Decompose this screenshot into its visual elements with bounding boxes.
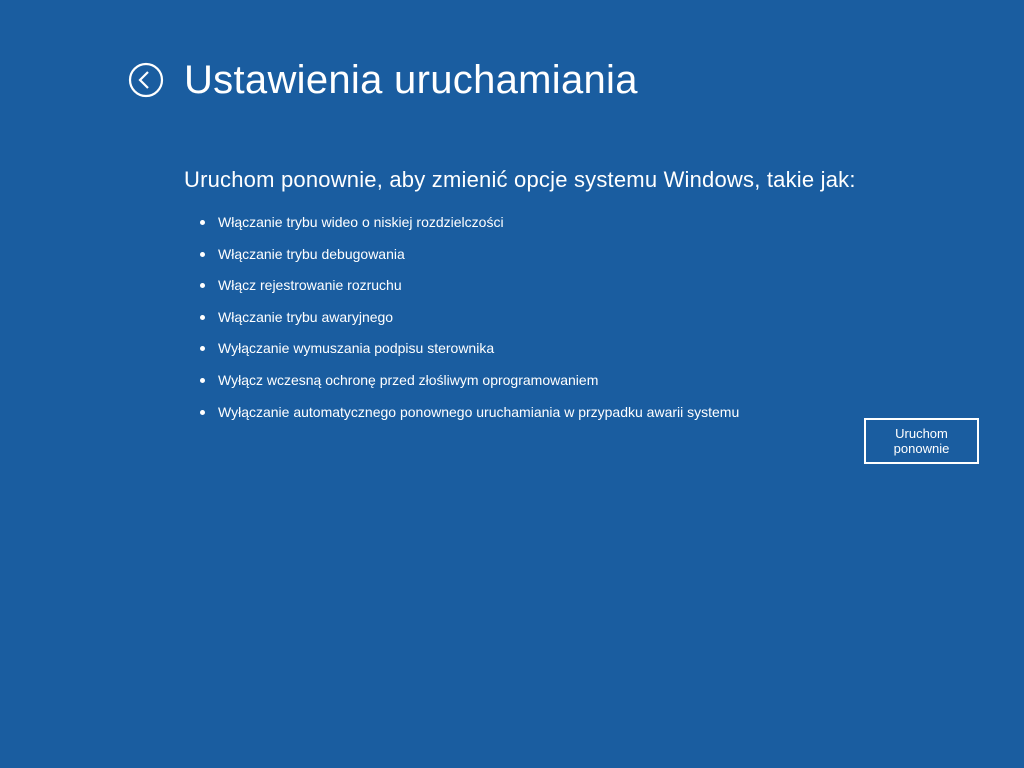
page-title: Ustawienia uruchamiania	[184, 58, 638, 103]
options-list: Włączanie trybu wideo o niskiej rozdziel…	[184, 213, 1024, 422]
restart-button[interactable]: Uruchom ponownie	[864, 418, 979, 464]
list-item: Włączanie trybu wideo o niskiej rozdziel…	[200, 213, 1024, 233]
arrow-left-circle-icon	[128, 85, 164, 102]
list-item: Włącz rejestrowanie rozruchu	[200, 276, 1024, 296]
list-item: Włączanie trybu debugowania	[200, 245, 1024, 265]
back-button[interactable]	[128, 62, 164, 98]
page-subtitle: Uruchom ponownie, aby zmienić opcje syst…	[184, 167, 1024, 193]
list-item: Włączanie trybu awaryjnego	[200, 308, 1024, 328]
list-item: Wyłączanie wymuszania podpisu sterownika	[200, 339, 1024, 359]
list-item: Wyłącz wczesną ochronę przed złośliwym o…	[200, 371, 1024, 391]
